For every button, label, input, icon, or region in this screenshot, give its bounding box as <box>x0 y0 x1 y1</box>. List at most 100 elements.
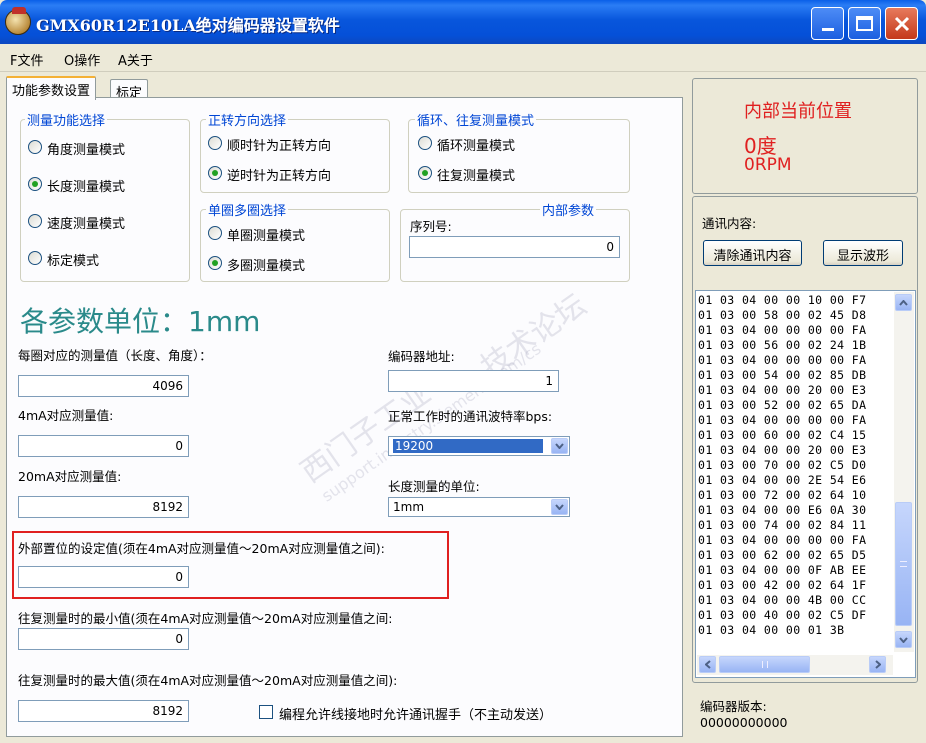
log-line: 01 03 04 00 00 E6 0A 30 <box>698 503 867 517</box>
comm-label: 通讯内容: <box>702 216 757 231</box>
log-line: 01 03 00 40 00 02 C5 DF <box>698 608 867 622</box>
length-unit-select[interactable]: 1mm <box>388 497 570 517</box>
recip-max-field[interactable]: 8192 <box>18 700 189 722</box>
recip-min-label: 往复测量时的最小值(须在4mA对应测量值～20mA对应测量值之间: <box>18 611 393 626</box>
chevron-down-icon <box>551 499 568 515</box>
serial-label: 序列号: <box>410 219 452 234</box>
length-unit-label: 长度测量的单位: <box>388 479 480 494</box>
position-title: 内部当前位置 <box>744 101 852 122</box>
ma4-field[interactable]: 0 <box>18 435 189 457</box>
log-line: 01 03 04 00 00 20 00 E3 <box>698 443 867 457</box>
radio-counterclockwise[interactable] <box>208 166 222 180</box>
baud-value: 19200 <box>393 439 543 453</box>
recip-max-label: 往复测量时的最大值(须在4mA对应测量值～20mA对应测量值之间): <box>18 673 398 688</box>
scroll-left-button[interactable] <box>699 656 716 673</box>
menu-operate[interactable]: O操作 <box>64 50 100 69</box>
log-line: 01 03 04 00 00 00 00 FA <box>698 323 867 337</box>
maximize-button[interactable] <box>848 7 881 40</box>
horizontal-scrollbar[interactable] <box>697 655 893 675</box>
radio-calib-mode[interactable] <box>28 251 42 265</box>
log-line: 01 03 04 00 00 4B 00 CC <box>698 593 867 607</box>
show-wave-button[interactable]: 显示波形 <box>823 240 903 266</box>
close-button[interactable] <box>885 7 918 40</box>
vertical-scrollbar[interactable] <box>894 292 914 652</box>
log-line: 01 03 04 00 00 0F AB EE <box>698 563 867 577</box>
radio-calib-label: 标定模式 <box>47 254 100 269</box>
radio-speed-mode[interactable] <box>28 214 42 228</box>
per-turn-label: 每圈对应的测量值（长度、角度）： <box>18 348 212 363</box>
clear-comm-button[interactable]: 清除通讯内容 <box>703 240 802 266</box>
chevron-down-icon <box>551 438 568 454</box>
minimize-button[interactable] <box>811 7 844 40</box>
ma20-field[interactable]: 8192 <box>18 496 189 518</box>
log-line: 01 03 04 00 00 00 00 FA <box>698 413 867 427</box>
chevron-right-icon <box>874 660 881 669</box>
cycle-mode-legend: 循环、往复测量模式 <box>415 110 537 129</box>
comm-log-content: 01 03 04 00 00 10 00 F7 01 03 00 58 00 0… <box>698 293 892 648</box>
radio-angle-mode[interactable] <box>28 140 42 154</box>
menu-file[interactable]: F文件 <box>10 50 43 69</box>
scroll-thumb[interactable] <box>895 502 912 626</box>
scroll-down-button[interactable] <box>895 631 912 648</box>
log-line: 01 03 00 58 00 02 45 D8 <box>698 308 867 322</box>
scroll-right-button[interactable] <box>869 656 886 673</box>
direction-legend: 正转方向选择 <box>206 110 289 129</box>
grip-icon <box>761 661 768 668</box>
radio-cycle-mode[interactable] <box>418 136 432 150</box>
maximize-icon <box>856 16 873 31</box>
radio-multi-turn-label: 多圈测量模式 <box>227 259 306 274</box>
log-line: 01 03 04 00 00 01 3B <box>698 623 845 637</box>
addr-field[interactable]: 1 <box>388 370 559 392</box>
units-heading: 各参数单位：1mm <box>20 305 261 338</box>
log-line: 01 03 00 60 00 02 C4 15 <box>698 428 867 442</box>
chevron-left-icon <box>704 660 711 669</box>
ma4-label: 4mA对应测量值: <box>18 408 114 423</box>
tab-calibration[interactable]: 标定 <box>110 79 149 101</box>
radio-reciprocate-label: 往复测量模式 <box>437 169 516 184</box>
position-rpm: 0RPM <box>744 155 792 175</box>
serial-number-field[interactable]: 0 <box>409 236 620 258</box>
log-line: 01 03 00 42 00 02 64 1F <box>698 578 867 592</box>
radio-multi-turn[interactable] <box>208 256 222 270</box>
preset-label: 外部置位的设定值(须在4mA对应测量值～20mA对应测量值之间): <box>18 541 385 556</box>
radio-single-turn[interactable] <box>208 226 222 240</box>
log-line: 01 03 00 74 00 02 84 11 <box>698 518 867 532</box>
version-label: 编码器版本: <box>700 699 767 714</box>
app-icon <box>5 7 31 35</box>
position-panel <box>692 78 918 194</box>
baud-label: 正常工作时的通讯波特率bps: <box>388 409 553 424</box>
log-line: 01 03 04 00 00 20 00 E3 <box>698 383 867 397</box>
length-unit-value: 1mm <box>393 500 425 514</box>
menu-about[interactable]: A关于 <box>118 50 153 69</box>
ma20-label: 20mA对应测量值: <box>18 469 122 484</box>
per-turn-field[interactable]: 4096 <box>18 375 189 397</box>
preset-field[interactable]: 0 <box>18 566 189 588</box>
turn-mode-legend: 单圈多圈选择 <box>206 200 289 219</box>
log-line: 01 03 00 52 00 02 65 DA <box>698 398 867 412</box>
radio-reciprocate-mode[interactable] <box>418 166 432 180</box>
log-line: 01 03 04 00 00 10 00 F7 <box>698 293 867 307</box>
comm-log[interactable]: 01 03 04 00 00 10 00 F7 01 03 00 58 00 0… <box>695 290 916 678</box>
radio-angle-label: 角度测量模式 <box>47 143 126 158</box>
recip-min-field[interactable]: 0 <box>18 628 189 650</box>
close-icon <box>894 16 909 31</box>
version-value: 00000000000 <box>700 715 788 730</box>
chevron-up-icon <box>899 299 908 306</box>
log-line: 01 03 04 00 00 2E 54 E6 <box>698 473 867 487</box>
scroll-up-button[interactable] <box>895 294 912 311</box>
radio-clockwise[interactable] <box>208 136 222 150</box>
minimize-icon <box>821 28 834 31</box>
handshake-checkbox[interactable] <box>259 705 273 719</box>
addr-label: 编码器地址: <box>388 349 455 364</box>
log-line: 01 03 00 72 00 02 64 10 <box>698 488 867 502</box>
handshake-label: 编程允许线接地时允许通讯握手（不主动发送） <box>279 708 553 723</box>
tab-function-params[interactable]: 功能参数设置 <box>6 76 97 100</box>
hscroll-thumb[interactable] <box>719 656 810 673</box>
radio-length-mode[interactable] <box>28 177 42 191</box>
log-line: 01 03 00 56 00 02 24 1B <box>698 338 867 352</box>
baud-select[interactable]: 19200 <box>388 436 570 456</box>
log-line: 01 03 00 70 00 02 C5 D0 <box>698 458 867 472</box>
measure-mode-legend: 测量功能选择 <box>25 110 108 129</box>
log-line: 01 03 00 54 00 02 85 DB <box>698 368 867 382</box>
radio-length-label: 长度测量模式 <box>47 180 126 195</box>
